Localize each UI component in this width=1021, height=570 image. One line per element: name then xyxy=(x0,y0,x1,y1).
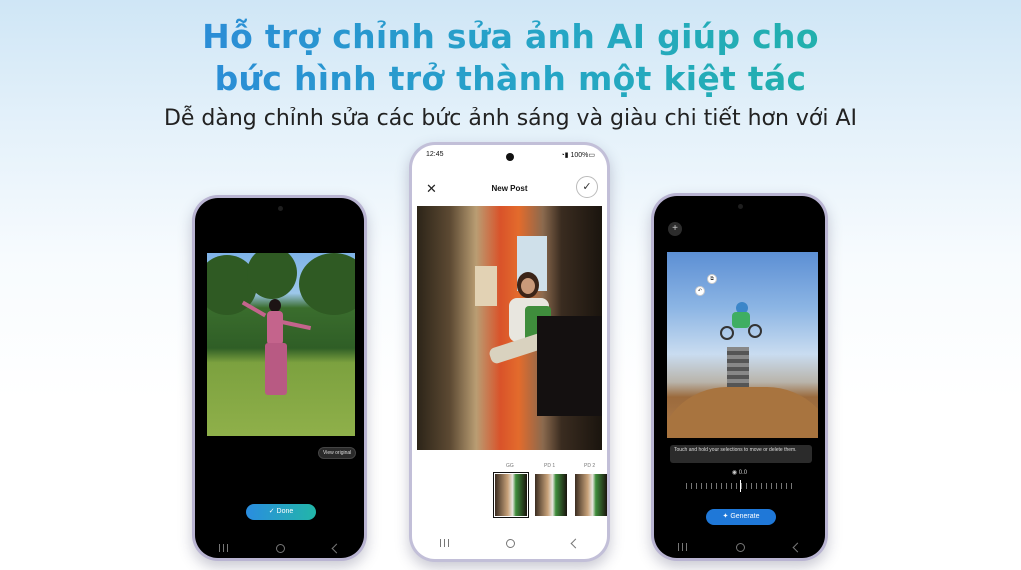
recents-icon[interactable] xyxy=(440,539,450,547)
phone-middle-screen: 12:45 ◔▮ 100%▭ ✕ New Post ✓ GG PD 1 PD 2 xyxy=(412,145,607,559)
thumbnail-labels: GG PD 1 PD 2 xyxy=(412,463,607,471)
check-icon: ✓ xyxy=(268,508,277,515)
back-icon[interactable] xyxy=(570,538,581,548)
thumbnail-3[interactable] xyxy=(574,473,607,517)
post-header: ✕ New Post ✓ xyxy=(412,176,607,199)
phone-left: View original ✓ Done xyxy=(192,195,367,561)
generate-button[interactable]: ✦ Generate xyxy=(706,509,776,525)
back-icon[interactable] xyxy=(331,543,342,553)
bmx-photo: ⧉ ↶ xyxy=(667,252,818,438)
bmx-rider xyxy=(720,302,762,342)
headline-line-2: bức hình trở thành một kiệt tác xyxy=(0,58,1021,100)
confirm-check-icon[interactable]: ✓ xyxy=(576,176,598,198)
slider-value: ◉ 0.0 xyxy=(731,470,748,476)
subtitle: Dễ dàng chỉnh sửa các bức ảnh sáng và gi… xyxy=(163,106,858,131)
person-figure xyxy=(241,299,312,419)
front-camera xyxy=(505,153,514,161)
thumb-label-3: PD 2 xyxy=(584,463,596,469)
done-label: Done xyxy=(276,508,294,515)
phone-right-screen: + ⧉ ↶ Touch and hold your selections to … xyxy=(654,196,825,558)
edited-photo-woman-field xyxy=(207,253,355,436)
home-icon[interactable] xyxy=(735,542,745,552)
slider-dial-icon: ◉ xyxy=(731,470,739,476)
thumbnail-1[interactable] xyxy=(493,472,529,518)
recents-icon[interactable] xyxy=(678,543,688,551)
thumbnail-2[interactable] xyxy=(534,473,568,517)
wifi-signal-icon: ◔▮ xyxy=(560,152,571,159)
add-icon[interactable]: + xyxy=(668,222,682,236)
thumb-label-1: GG xyxy=(506,463,514,469)
selection-pixelation xyxy=(727,347,749,387)
hint-text: Touch and hold your selections to move o… xyxy=(670,445,812,463)
phone-left-screen: View original ✓ Done xyxy=(195,198,364,558)
headline-line-1: Hỗ trợ chỉnh sửa ảnh AI giúp cho xyxy=(0,16,1021,58)
nav-bar xyxy=(195,540,364,556)
undo-icon[interactable]: ↶ xyxy=(695,286,705,296)
adjust-slider[interactable] xyxy=(686,480,793,492)
recents-icon[interactable] xyxy=(219,544,228,552)
status-battery-group: ◔▮ 100%▭ xyxy=(560,151,595,163)
status-time: 12:45 xyxy=(426,151,444,158)
view-original-button[interactable]: View original xyxy=(318,447,357,459)
front-camera xyxy=(277,206,283,211)
battery-icon: ▭ xyxy=(588,152,595,159)
generate-label: Generate xyxy=(730,513,760,520)
nav-bar xyxy=(412,535,607,551)
front-camera xyxy=(737,204,743,209)
phone-middle: 12:45 ◔▮ 100%▭ ✕ New Post ✓ GG PD 1 PD 2 xyxy=(409,142,610,562)
done-button[interactable]: ✓ Done xyxy=(246,504,316,520)
status-battery: 100% xyxy=(570,152,589,159)
thumb-label-2: PD 1 xyxy=(544,463,556,469)
nav-bar xyxy=(654,539,825,555)
copy-icon[interactable]: ⧉ xyxy=(707,274,717,284)
post-photo xyxy=(417,206,602,450)
home-icon[interactable] xyxy=(505,538,515,548)
home-icon[interactable] xyxy=(276,543,285,553)
phone-right: + ⧉ ↶ Touch and hold your selections to … xyxy=(651,193,828,561)
back-icon[interactable] xyxy=(792,542,803,552)
